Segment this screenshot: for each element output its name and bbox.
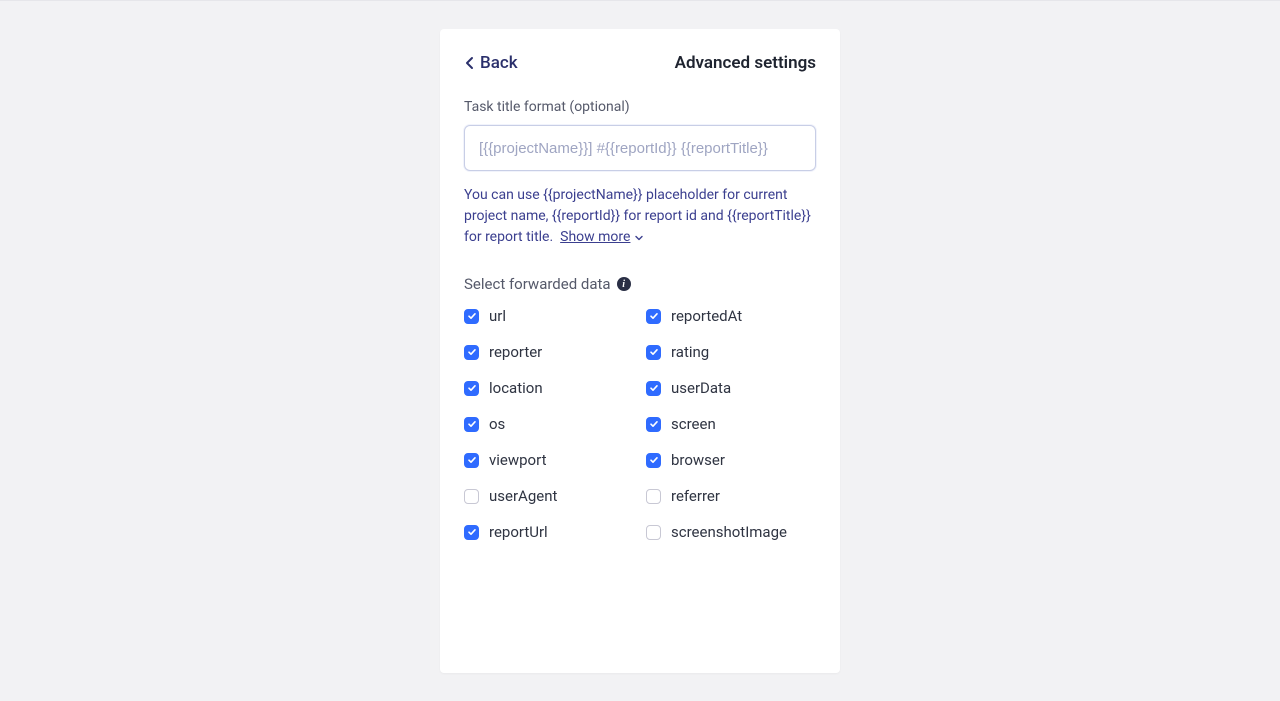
checkmark-icon	[467, 347, 477, 357]
settings-card: Back Advanced settings Task title format…	[440, 29, 840, 673]
checkbox-box-location[interactable]	[464, 381, 479, 396]
checkbox-box-browser[interactable]	[646, 453, 661, 468]
checkbox-label-viewport: viewport	[489, 451, 546, 469]
checkmark-icon	[467, 383, 477, 393]
checkbox-userData[interactable]: userData	[646, 379, 816, 397]
checkbox-box-userAgent[interactable]	[464, 489, 479, 504]
checkbox-box-screenshotImage[interactable]	[646, 525, 661, 540]
checkbox-label-reportedAt: reportedAt	[671, 307, 742, 325]
checkmark-icon	[649, 311, 659, 321]
checkmark-icon	[467, 419, 477, 429]
checkbox-box-url[interactable]	[464, 309, 479, 324]
checkbox-referrer[interactable]: referrer	[646, 487, 816, 505]
card-header: Back Advanced settings	[464, 53, 816, 73]
checkbox-label-url: url	[489, 307, 506, 325]
checkbox-location[interactable]: location	[464, 379, 634, 397]
checkbox-rating[interactable]: rating	[646, 343, 816, 361]
forwarded-data-section: Select forwarded data i url reportedAt rep…	[464, 274, 816, 541]
checkbox-label-browser: browser	[671, 451, 725, 469]
chevron-left-icon	[464, 56, 476, 70]
checkmark-icon	[649, 347, 659, 357]
checkbox-box-screen[interactable]	[646, 417, 661, 432]
checkbox-label-rating: rating	[671, 343, 709, 361]
checkbox-userAgent[interactable]: userAgent	[464, 487, 634, 505]
task-title-label: Task title format (optional)	[464, 99, 816, 115]
forwarded-data-grid: url reportedAt reporter rating location userD…	[464, 307, 816, 541]
checkbox-reportUrl[interactable]: reportUrl	[464, 523, 634, 541]
checkbox-label-referrer: referrer	[671, 487, 720, 505]
chevron-down-icon	[634, 233, 644, 243]
checkbox-label-reportUrl: reportUrl	[489, 523, 548, 541]
checkbox-box-reportUrl[interactable]	[464, 525, 479, 540]
show-more-link[interactable]: Show more	[560, 227, 644, 248]
checkbox-screenshotImage[interactable]: screenshotImage	[646, 523, 816, 541]
checkbox-label-screen: screen	[671, 415, 716, 433]
checkbox-box-viewport[interactable]	[464, 453, 479, 468]
back-button[interactable]: Back	[464, 53, 518, 73]
checkmark-icon	[649, 455, 659, 465]
checkmark-icon	[649, 383, 659, 393]
checkbox-label-userData: userData	[671, 379, 731, 397]
checkbox-box-referrer[interactable]	[646, 489, 661, 504]
checkbox-label-os: os	[489, 415, 505, 433]
checkbox-reporter[interactable]: reporter	[464, 343, 634, 361]
checkbox-box-rating[interactable]	[646, 345, 661, 360]
checkbox-label-userAgent: userAgent	[489, 487, 557, 505]
checkbox-box-reportedAt[interactable]	[646, 309, 661, 324]
checkbox-os[interactable]: os	[464, 415, 634, 433]
info-icon[interactable]: i	[617, 277, 631, 291]
helper-text: You can use {{projectName}} placeholder …	[464, 185, 816, 248]
checkbox-label-reporter: reporter	[489, 343, 542, 361]
back-label: Back	[480, 53, 518, 73]
checkbox-reportedAt[interactable]: reportedAt	[646, 307, 816, 325]
show-more-label: Show more	[560, 227, 630, 248]
checkbox-box-reporter[interactable]	[464, 345, 479, 360]
checkmark-icon	[649, 419, 659, 429]
checkbox-box-os[interactable]	[464, 417, 479, 432]
checkbox-box-userData[interactable]	[646, 381, 661, 396]
checkbox-screen[interactable]: screen	[646, 415, 816, 433]
task-title-input[interactable]	[464, 125, 816, 171]
checkmark-icon	[467, 527, 477, 537]
checkbox-label-screenshotImage: screenshotImage	[671, 523, 787, 541]
forwarded-data-label-text: Select forwarded data	[464, 275, 611, 293]
checkbox-url[interactable]: url	[464, 307, 634, 325]
checkbox-viewport[interactable]: viewport	[464, 451, 634, 469]
checkmark-icon	[467, 455, 477, 465]
checkmark-icon	[467, 311, 477, 321]
checkbox-label-location: location	[489, 379, 543, 397]
checkbox-browser[interactable]: browser	[646, 451, 816, 469]
forwarded-data-label: Select forwarded data i	[464, 275, 631, 293]
page-title: Advanced settings	[675, 53, 816, 73]
